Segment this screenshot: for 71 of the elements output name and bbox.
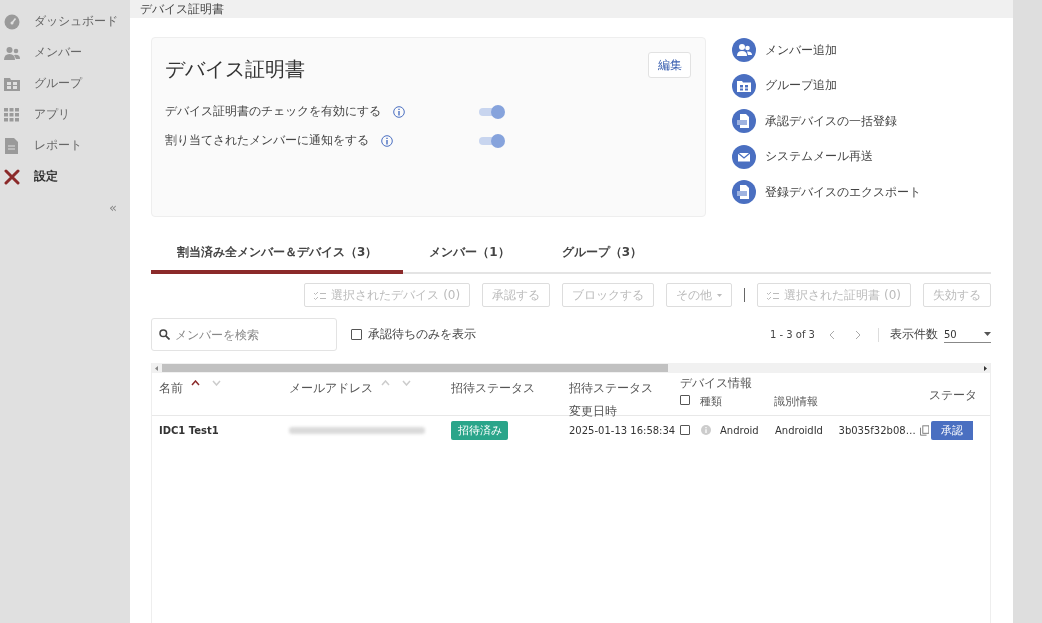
page-range: 1 - 3 of 3 (769, 329, 815, 340)
sidebar-item[interactable]: 設定 (0, 161, 130, 192)
horizontal-scrollbar[interactable] (152, 363, 990, 373)
toggle-switch[interactable] (479, 104, 505, 119)
action-link[interactable]: グループ追加 (765, 77, 837, 94)
chevron-right-icon[interactable] (855, 329, 861, 340)
group-folder-icon (3, 76, 20, 91)
toggle-switch[interactable] (479, 133, 505, 148)
caret-icon (717, 293, 723, 297)
scroll-right-icon (984, 365, 987, 371)
column-subheader: 変更日時 (569, 403, 617, 420)
info-icon[interactable] (393, 105, 405, 118)
table-cell-text: AndroidId (775, 424, 824, 436)
chevron-left-icon[interactable] (829, 329, 835, 340)
action-link[interactable]: 承認デバイスの一括登録 (765, 112, 897, 130)
file-icon[interactable] (732, 109, 756, 133)
tab[interactable]: 割当済み全メンバー＆デバイス（3） (151, 235, 404, 274)
column-header: メールアドレス (289, 380, 373, 397)
grid-icon (4, 107, 19, 122)
document-icon (5, 137, 18, 154)
checklist-icon (314, 290, 327, 300)
file-icon[interactable] (732, 180, 756, 204)
table-cell: Android (720, 424, 759, 436)
column-header: 招待ステータス (451, 380, 535, 397)
member-name: IDC1 Test1 (159, 424, 219, 436)
sidebar-item[interactable]: グループ (0, 68, 130, 99)
gauge-icon (3, 13, 20, 30)
column-header: 名前 (159, 380, 183, 397)
info-icon[interactable] (381, 134, 393, 147)
sidebar-item[interactable]: レポート (0, 130, 130, 161)
collapse-button[interactable]: « (109, 200, 117, 215)
search-icon (159, 329, 170, 340)
copy-icon[interactable] (919, 424, 929, 436)
sidebar-item[interactable]: アプリ (0, 99, 130, 130)
column-header: デバイス情報 (680, 376, 752, 390)
group-folder-icon[interactable] (732, 73, 756, 98)
sidebar-item[interactable]: ダッシュボード (0, 6, 130, 37)
caret-icon (984, 332, 991, 336)
setting-label: 割り当てされたメンバーに通知をする (165, 132, 369, 149)
edit-button[interactable]: 編集 (648, 52, 691, 78)
page-size-select[interactable]: 50 (944, 326, 991, 343)
action-link[interactable]: メンバー追加 (765, 41, 837, 59)
people-icon (3, 45, 20, 60)
column-subheader: 識別情報 (774, 395, 818, 408)
search-field[interactable]: メンバーを検索 (151, 318, 337, 351)
status-badge: 承認 (931, 420, 973, 440)
setting-label: デバイス証明書のチェックを有効にする (165, 103, 381, 120)
page-size-label: 表示件数 (890, 326, 938, 343)
checkbox-label: 承認待ちのみを表示 (368, 326, 476, 343)
action-link[interactable]: システムメール再送 (765, 148, 873, 165)
checkbox[interactable] (351, 329, 362, 340)
table-cell: 2025-01-13 16:58:34 (569, 424, 676, 436)
checkbox[interactable] (680, 425, 690, 435)
action-link[interactable]: 登録デバイスのエクスポート (765, 183, 921, 201)
sort-up-icon[interactable] (191, 380, 200, 386)
breadcrumb: デバイス証明書 (140, 0, 224, 18)
checklist-icon (767, 290, 780, 300)
column-header: 招待ステータス (569, 380, 653, 397)
status-badge: 招待済み (451, 420, 508, 440)
mail-icon[interactable] (732, 144, 756, 169)
info-icon (701, 425, 711, 435)
tab[interactable]: メンバー（1） (403, 235, 536, 274)
column-header: ステータ (929, 387, 977, 404)
scroll-left-icon (155, 365, 158, 371)
column-subheader: 種類 (700, 395, 722, 408)
checkbox[interactable] (680, 395, 690, 405)
people-icon[interactable] (732, 38, 756, 62)
table-cell: 3b035f32b08… (838, 424, 916, 436)
page-title: デバイス証明書 (165, 56, 305, 83)
tab[interactable]: グループ（3） (535, 235, 669, 274)
sidebar-item[interactable]: メンバー (0, 37, 130, 68)
